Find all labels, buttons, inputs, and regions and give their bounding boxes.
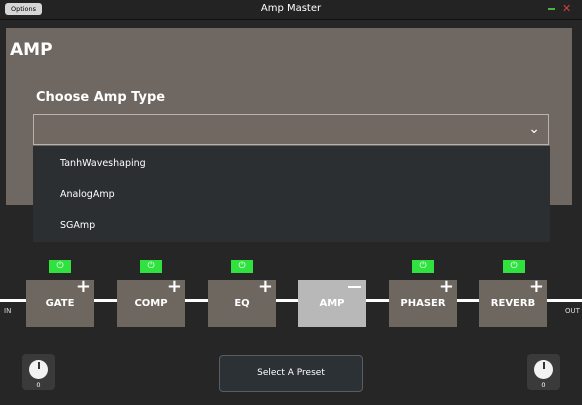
window-title: Amp Master — [260, 3, 322, 14]
title-bar: Options Amp Master ✕ — [0, 0, 582, 20]
eq-power-toggle[interactable]: ⏻ — [231, 260, 253, 273]
effect-label: GATE — [45, 298, 75, 309]
panel-title: AMP — [10, 40, 53, 60]
comp-power-toggle[interactable]: ⏻ — [140, 260, 162, 273]
plus-icon[interactable]: + — [167, 278, 182, 296]
effect-phaser[interactable]: PHASER + — [389, 278, 457, 327]
close-icon[interactable]: ✕ — [562, 2, 571, 16]
knob-icon[interactable] — [534, 360, 553, 379]
effect-eq[interactable]: EQ + — [208, 278, 276, 327]
effect-label: COMP — [134, 298, 168, 309]
input-knob-value: 0 — [36, 381, 41, 389]
app-window: Options Amp Master ✕ AMP Choose Amp Type… — [0, 0, 582, 405]
select-preset-button[interactable]: Select A Preset — [219, 355, 363, 392]
reverb-power-toggle[interactable]: ⏻ — [503, 260, 525, 273]
dropdown-option[interactable]: TanhWaveshaping — [60, 158, 146, 169]
plus-icon[interactable]: + — [76, 278, 91, 296]
amp-type-select[interactable]: ⌄ — [33, 114, 549, 145]
minimize-icon[interactable] — [548, 8, 555, 10]
dropdown-option[interactable]: SGAmp — [60, 220, 95, 231]
effect-amp[interactable]: AMP — [298, 280, 366, 327]
output-knob-value: 0 — [541, 381, 546, 389]
amp-type-label: Choose Amp Type — [36, 90, 166, 105]
effect-label: PHASER — [400, 298, 446, 309]
effect-reverb[interactable]: REVERB + — [479, 278, 547, 327]
plus-icon[interactable]: + — [439, 278, 454, 296]
gate-power-toggle[interactable]: ⏻ — [49, 260, 71, 273]
plus-icon[interactable]: + — [529, 278, 544, 296]
effect-label: REVERB — [490, 298, 536, 309]
output-label: OUT — [565, 307, 580, 315]
effect-label: AMP — [319, 298, 345, 309]
chevron-down-icon[interactable]: ⌄ — [528, 121, 540, 137]
plus-icon[interactable]: + — [258, 278, 273, 296]
input-label: IN — [4, 307, 12, 315]
dropdown-option[interactable]: AnalogAmp — [60, 189, 115, 200]
amp-type-dropdown: TanhWaveshaping AnalogAmp SGAmp — [33, 146, 550, 242]
minus-icon[interactable] — [348, 286, 361, 288]
effect-comp[interactable]: COMP + — [117, 278, 185, 327]
knob-icon[interactable] — [29, 360, 48, 379]
effect-label: EQ — [234, 298, 250, 309]
output-volume-knob[interactable]: 0 — [527, 354, 560, 390]
effect-gate[interactable]: GATE + — [26, 278, 94, 327]
input-gain-knob[interactable]: 0 — [22, 354, 55, 390]
phaser-power-toggle[interactable]: ⏻ — [412, 260, 434, 273]
